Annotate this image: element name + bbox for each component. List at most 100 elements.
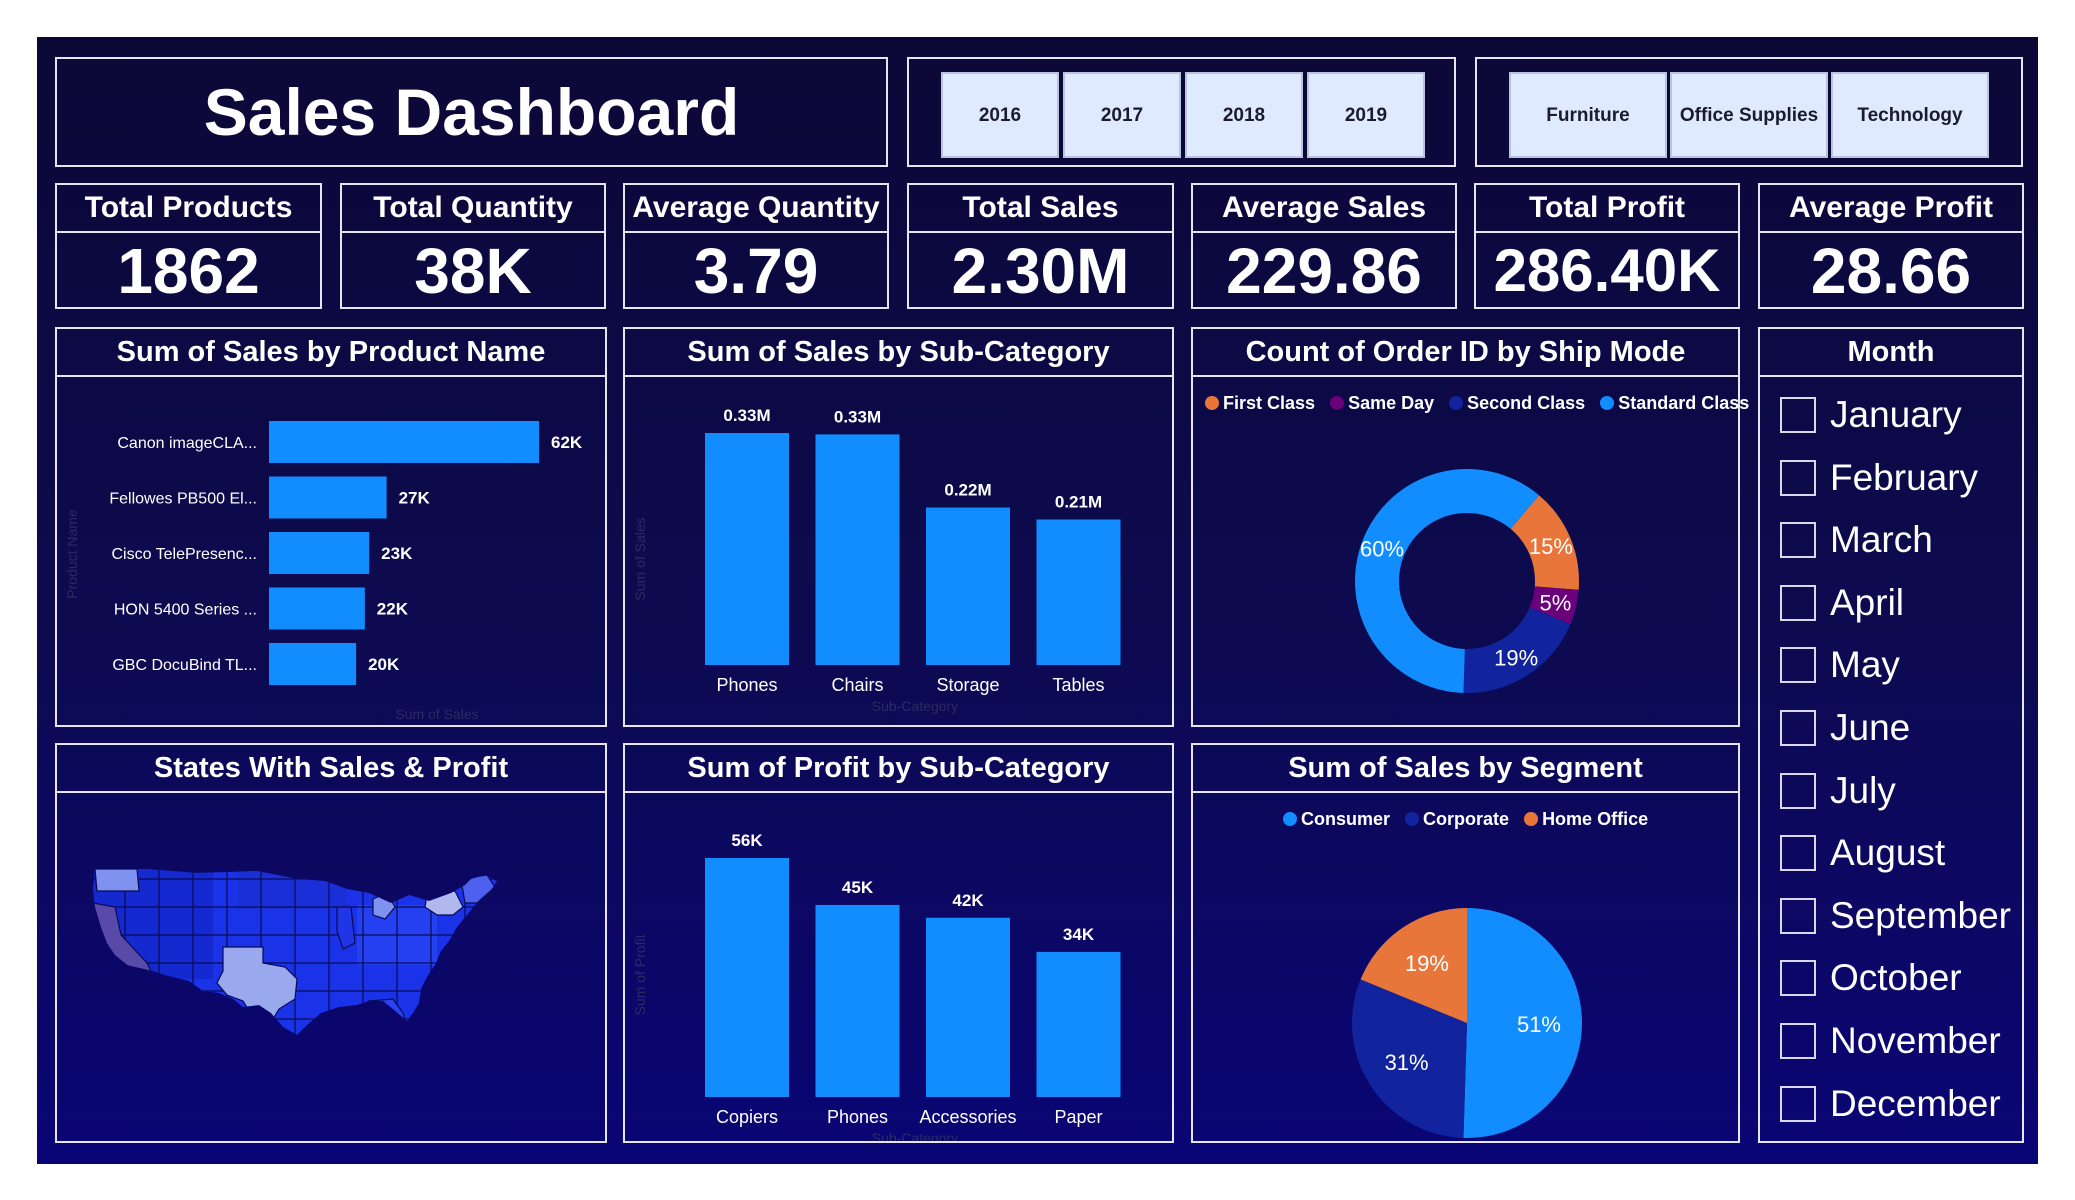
month-checkbox[interactable]	[1780, 710, 1816, 746]
dashboard-canvas: Sales Dashboard 2016 2017 2018 2019 Furn…	[37, 37, 2038, 1164]
subcategory-bar[interactable]	[1036, 519, 1121, 665]
product-data-label: 62K	[551, 433, 583, 452]
month-label: September	[1830, 894, 2011, 936]
pie-data-label: 5%	[1540, 590, 1572, 615]
category-button-technology[interactable]: Technology	[1831, 72, 1989, 158]
us-map[interactable]	[57, 795, 605, 1141]
bar-category-label: Chairs	[831, 675, 883, 695]
y-axis-label: Sum of Profit	[632, 934, 648, 1015]
kpi-card-total-products: Total Products 1862	[55, 183, 322, 309]
month-checkbox[interactable]	[1780, 1085, 1816, 1122]
product-category-label: Cisco TelePresenc...	[111, 546, 257, 563]
bar-data-label: 0.33M	[834, 407, 881, 426]
product-category-label: Fellowes PB500 El...	[109, 491, 257, 508]
subcategory-bar[interactable]	[1036, 951, 1121, 1097]
title-panel: Sales Dashboard	[55, 57, 888, 167]
subcategory-bar[interactable]	[815, 904, 900, 1097]
product-bar[interactable]	[269, 532, 370, 574]
legend-item-standard-class[interactable]: Standard Class	[1600, 393, 1749, 413]
product-bar[interactable]	[269, 476, 387, 519]
pie-data-label: 15%	[1529, 534, 1573, 559]
bar-category-label: Storage	[936, 675, 999, 695]
chart-sales-by-subcategory: 0.33M Phones 0.33M Chairs 0.22M Storage 0.21M T…	[632, 406, 1121, 714]
product-data-label: 27K	[399, 489, 431, 508]
kpi-label: Total Profit	[1476, 185, 1738, 233]
legend-dot	[1330, 396, 1345, 410]
legend-item-first-class[interactable]: First Class	[1205, 393, 1315, 413]
month-label: August	[1830, 832, 1946, 874]
bar-category-label: Accessories	[919, 1107, 1016, 1127]
legend-item-consumer[interactable]: Consumer	[1283, 809, 1390, 829]
kpi-label: Total Quantity	[342, 185, 604, 233]
bar-data-label: 34K	[1063, 925, 1095, 944]
month-label: April	[1830, 581, 1905, 623]
panel-states-map: States With Sales & Profit	[55, 743, 607, 1143]
year-button-2018[interactable]: 2018	[1185, 72, 1303, 158]
chart-sales-by-segment: 51% 31% 19%	[1352, 908, 1583, 1138]
bar-data-label: 0.21M	[1055, 492, 1102, 511]
kpi-value: 38K	[414, 235, 532, 307]
chart-sales-by-product: Canon imageCLA... 62K Fellowes PB500 El...…	[64, 421, 583, 722]
kpi-card-total-sales: Total Sales 2.30M	[907, 183, 1174, 309]
legend-label: Same Day	[1348, 393, 1435, 413]
year-button-2016[interactable]: 2016	[941, 72, 1059, 158]
month-checkbox[interactable]	[1780, 459, 1816, 496]
month-label: March	[1830, 519, 1933, 561]
kpi-value: 3.79	[693, 235, 819, 307]
month-label: February	[1830, 456, 1979, 498]
kpi-value: 1862	[117, 235, 260, 307]
product-bar[interactable]	[269, 587, 365, 630]
pie-data-label: 31%	[1385, 1050, 1429, 1075]
category-slicer: Furniture Office Supplies Technology	[1475, 57, 2023, 167]
bar-data-label: 45K	[842, 878, 874, 897]
month-checkbox[interactable]	[1780, 897, 1816, 934]
month-checkbox[interactable]	[1780, 584, 1816, 621]
kpi-label: Average Profit	[1760, 185, 2022, 233]
subcategory-bar[interactable]	[815, 434, 900, 665]
product-bar[interactable]	[269, 421, 539, 463]
month-checkbox[interactable]	[1780, 522, 1816, 559]
legend-label: Standard Class	[1618, 393, 1750, 413]
month-label: October	[1830, 957, 1962, 999]
year-button-2017[interactable]: 2017	[1063, 72, 1181, 158]
month-checkbox[interactable]	[1780, 960, 1816, 997]
bar-data-label: 42K	[952, 891, 984, 910]
month-checkbox[interactable]	[1780, 397, 1816, 433]
product-data-label: 23K	[381, 544, 413, 563]
month-checkbox[interactable]	[1780, 772, 1816, 809]
map-title: States With Sales & Profit	[57, 745, 605, 793]
state-new-england[interactable]	[460, 874, 496, 904]
kpi-card-average-sales: Average Sales 229.86	[1191, 183, 1457, 309]
panel-orders-by-ship-mode: Count of Order ID by Ship Mode First Cla…	[1191, 327, 1749, 727]
subcategory-bar[interactable]	[926, 507, 1010, 665]
category-button-furniture[interactable]: Furniture	[1509, 72, 1667, 158]
month-checkbox[interactable]	[1780, 835, 1816, 872]
category-button-office-supplies[interactable]: Office Supplies	[1670, 72, 1828, 158]
month-checkbox[interactable]	[1780, 1023, 1816, 1059]
kpi-card-average-quantity: Average Quantity 3.79	[623, 183, 889, 309]
kpi-value: 286.40K	[1493, 237, 1721, 304]
subcategory-bar[interactable]	[705, 433, 789, 665]
year-button-2019[interactable]: 2019	[1307, 72, 1425, 158]
month-checkbox[interactable]	[1780, 647, 1816, 684]
legend-item-second-class[interactable]: Second Class	[1449, 393, 1585, 413]
panel-sales-by-segment: Sum of Sales by Segment Consumer Corpora…	[1191, 743, 1740, 1143]
state-new-york[interactable]	[424, 890, 464, 916]
product-data-label: 22K	[377, 600, 409, 619]
pie-data-label: 19%	[1494, 646, 1538, 671]
subcategory-bar[interactable]	[926, 917, 1010, 1097]
product-bar[interactable]	[269, 643, 357, 685]
month-slicer-title: Month	[1760, 329, 2022, 377]
bar-data-label: 0.33M	[723, 406, 770, 425]
legend-label: Home Office	[1542, 809, 1649, 829]
state-washington[interactable]	[94, 869, 140, 892]
product-category-label: Canon imageCLA...	[117, 435, 257, 452]
legend-item-home-office[interactable]: Home Office	[1524, 809, 1648, 829]
chart-title: Sum of Profit by Sub-Category	[625, 745, 1172, 793]
subcategory-bar[interactable]	[705, 858, 789, 1097]
legend-item-same-day[interactable]: Same Day	[1330, 393, 1434, 413]
month-label: June	[1830, 707, 1911, 748]
legend-item-corporate[interactable]: Corporate	[1405, 809, 1509, 829]
month-label: May	[1830, 644, 1900, 686]
legend-label: Second Class	[1467, 393, 1586, 413]
